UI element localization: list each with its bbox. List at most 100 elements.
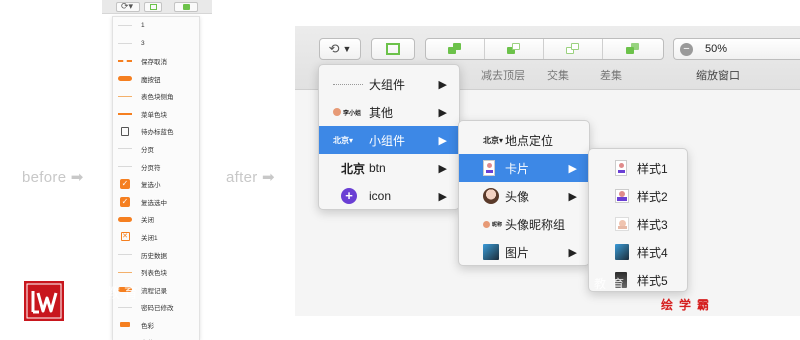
avatar-style-icon	[615, 189, 637, 203]
zoom-window-label: 缩放窗口	[696, 70, 740, 82]
before-toolbar: ⟳▾	[102, 0, 212, 14]
before-menu-item-label: 复选选中	[141, 199, 167, 207]
rotate-dropdown-button[interactable]: ⟲ ▼	[319, 38, 361, 60]
before-menu-item[interactable]: ✕ 关闭1	[113, 228, 199, 246]
before-symbol-menu: 1 3 保存取消魔按钮表色块侧角菜单色块待办标蓝色分页 分页符 ✓ 复选小 ✓ 复选选中关闭 ✕…	[112, 16, 200, 340]
menu-item-label: 样式5	[637, 273, 668, 288]
avatar-nickname-icon: 昵称	[483, 220, 505, 228]
menu-item-image[interactable]: 图片 ▶	[459, 238, 589, 266]
menu-item-style-4[interactable]: 样式4	[589, 238, 687, 266]
before-menu-item-label: 关闭	[141, 217, 154, 225]
before-menu-item-label: 色彩	[141, 322, 154, 330]
avatar-tag-icon: 李小姐	[333, 108, 367, 117]
union-button[interactable]	[426, 39, 485, 59]
before-menu-item[interactable]: 1	[113, 17, 199, 35]
card-icon	[483, 160, 505, 176]
difference-button[interactable]	[603, 39, 662, 59]
before-menu-item-label: 3	[141, 39, 145, 47]
before-menu-item[interactable]: 色彩	[113, 316, 199, 334]
before-menu-item-label: 流程记录	[141, 287, 167, 295]
menu-item-style-1[interactable]: 样式1	[589, 154, 687, 182]
before-menu-item[interactable]: 历史数据	[113, 246, 199, 264]
insert-symbol-menu: 大组件 ▶ 李小姐 其他 ▶ 北京▾ 小组件 ▶ 北京 btn ▶ + icon…	[318, 64, 460, 210]
before-frame-button[interactable]	[144, 2, 162, 12]
submenu-arrow-icon: ▶	[438, 106, 447, 119]
before-menu-item[interactable]: ✓ 复选选中	[113, 193, 199, 211]
before-menu-item[interactable]: 分页	[113, 140, 199, 158]
menu-item-label: 样式1	[637, 161, 668, 176]
before-menu-item-label: 菜单色块	[141, 111, 167, 119]
menu-item-big-component[interactable]: 大组件 ▶	[319, 70, 459, 98]
before-layers-button[interactable]	[174, 2, 198, 12]
difference-icon	[625, 43, 640, 55]
line-icon	[117, 250, 133, 260]
menu-item-style-2[interactable]: 样式2	[589, 182, 687, 210]
union-icon	[448, 43, 462, 55]
menu-item-other[interactable]: 李小姐 其他 ▶	[319, 98, 459, 126]
menu-item-small-component[interactable]: 北京▾ 小组件 ▶	[319, 126, 459, 154]
before-menu-item-label: 保存取消	[141, 58, 167, 66]
zoom-out-icon[interactable]: −	[680, 42, 693, 56]
subtract-label: 减去顶层	[481, 70, 525, 82]
layer-ops-group	[425, 38, 664, 60]
pill-button-icon	[117, 285, 133, 295]
before-menu-item-label: 魔按钮	[141, 76, 161, 84]
zoom-control[interactable]: − 50%	[673, 38, 800, 60]
menu-item-style-5[interactable]: 样式5	[589, 266, 687, 294]
before-menu-item[interactable]: 分页符	[113, 158, 199, 176]
line-icon	[117, 162, 133, 172]
dark-photo-style-icon	[615, 272, 637, 288]
before-menu-item[interactable]: 上传	[113, 334, 199, 340]
before-menu-item[interactable]: 保存取消	[113, 52, 199, 70]
frame-button[interactable]	[371, 38, 415, 60]
subtract-icon	[507, 43, 521, 55]
location-tag-icon: 北京▾	[333, 135, 354, 145]
before-menu-item[interactable]: 密码已修改	[113, 299, 199, 317]
rotate-icon: ⟲	[328, 41, 340, 56]
menu-item-label: icon	[369, 189, 392, 203]
before-menu-item[interactable]: 3	[113, 35, 199, 53]
menu-item-avatar-nickname[interactable]: 昵称 头像昵称组	[459, 210, 589, 238]
before-menu-item[interactable]: 表色块侧角	[113, 87, 199, 105]
menu-item-label: 卡片	[505, 161, 530, 176]
menu-item-style-3[interactable]: 样式3	[589, 210, 687, 238]
pill-button-icon	[117, 214, 133, 224]
menu-item-location[interactable]: 北京▾ 地点定位	[459, 126, 589, 154]
menu-item-icon[interactable]: + icon ▶	[319, 182, 459, 210]
small-component-submenu: 北京▾ 地点定位 卡片 ▶ 头像 ▶ 昵称 头像昵称组 图片 ▶	[458, 120, 590, 266]
menu-item-card[interactable]: 卡片 ▶	[459, 154, 589, 182]
pill-button-icon	[117, 74, 133, 84]
submenu-arrow-icon: ▶	[568, 246, 577, 259]
before-menu-item[interactable]: 列表色块	[113, 263, 199, 281]
checkbox-checked-icon: ✓	[120, 179, 130, 190]
checkbox-checked-icon: ✓	[120, 196, 130, 207]
submenu-arrow-icon: ▶	[438, 190, 447, 203]
line-icon	[117, 38, 133, 48]
before-menu-item[interactable]: 魔按钮	[113, 70, 199, 88]
before-rotate-button[interactable]: ⟳▾	[116, 1, 140, 12]
before-menu-item[interactable]: 关闭	[113, 211, 199, 229]
before-menu-item-label: 历史数据	[141, 252, 167, 260]
chevron-down-icon: ▼	[342, 44, 352, 54]
menu-item-avatar[interactable]: 头像 ▶	[459, 182, 589, 210]
location-text-icon: 北京	[341, 161, 366, 176]
before-menu-item-label: 列表色块	[141, 270, 167, 278]
intersect-button[interactable]	[544, 39, 603, 59]
before-menu-item[interactable]: 待办标蓝色	[113, 123, 199, 141]
brand-text: 绘学霸	[661, 298, 716, 312]
bar-icon	[117, 109, 133, 119]
dashed-line-icon	[117, 56, 133, 66]
before-menu-item-label: 复选小	[141, 182, 161, 190]
before-menu-item[interactable]: 菜单色块	[113, 105, 199, 123]
clipboard-icon	[117, 126, 133, 136]
menu-item-label: 小组件	[369, 133, 406, 148]
before-menu-item[interactable]: 流程记录	[113, 281, 199, 299]
before-menu-item[interactable]: ✓ 复选小	[113, 175, 199, 193]
menu-item-label: 头像昵称组	[505, 217, 566, 232]
intersect-label: 交集	[547, 70, 569, 82]
menu-item-btn[interactable]: 北京 btn ▶	[319, 154, 459, 182]
before-menu-item-label: 待办标蓝色	[141, 129, 174, 137]
portrait-style-icon	[615, 217, 637, 231]
frame-icon	[386, 43, 400, 55]
subtract-button[interactable]	[485, 39, 544, 59]
